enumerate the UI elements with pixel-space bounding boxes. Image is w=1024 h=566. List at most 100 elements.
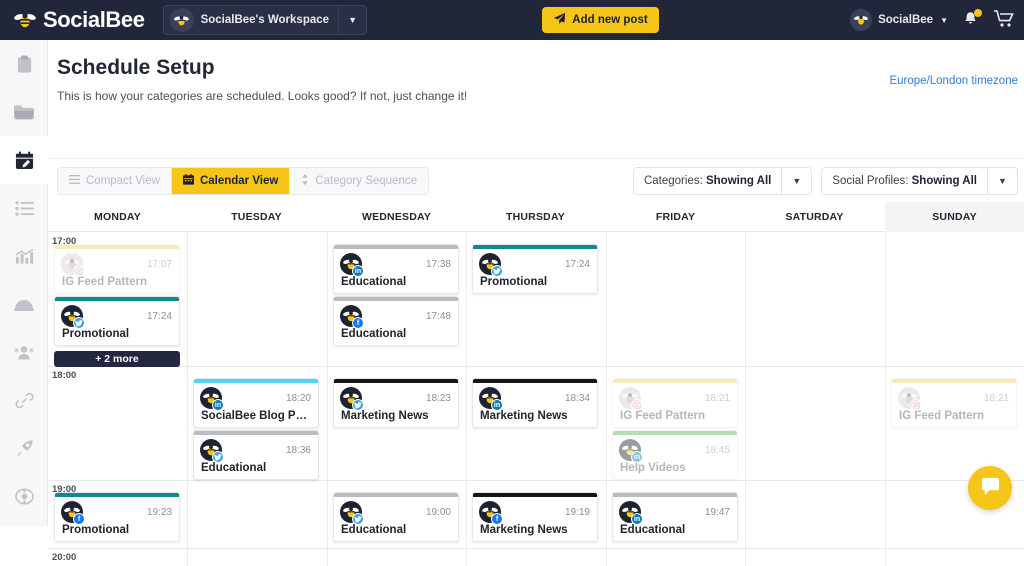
linkedin-badge-icon: in xyxy=(631,513,643,525)
tab-calendar-view[interactable]: Calendar View xyxy=(171,168,291,194)
calendar-event-card[interactable]: in 17:38 Educational xyxy=(333,244,459,294)
account-menu[interactable]: SocialBee ▼ xyxy=(850,9,948,31)
sidebar-item-boost[interactable] xyxy=(0,424,48,472)
column-divider xyxy=(187,232,188,566)
list-icon xyxy=(14,200,34,216)
social-profiles-filter-label: Social Profiles: xyxy=(832,175,909,187)
time-label-2000: 20:00 xyxy=(52,552,77,563)
calendar-event-card[interactable]: f 19:19 Marketing News xyxy=(472,492,598,542)
hour-divider xyxy=(48,480,1024,481)
tab-category-sequence[interactable]: Category Sequence xyxy=(290,168,428,194)
lines-icon xyxy=(69,175,80,187)
calendar-event-card[interactable]: in 18:34 Marketing News xyxy=(472,378,598,428)
post-avatar xyxy=(479,253,503,277)
event-time: 18:36 xyxy=(285,444,311,456)
workspace-switcher[interactable]: SocialBee's Workspace ▼ xyxy=(162,5,368,35)
sidebar-item-concierge[interactable] xyxy=(0,280,48,328)
shopping-cart-icon[interactable] xyxy=(994,10,1014,30)
chat-support-button[interactable] xyxy=(968,466,1012,510)
sidebar-item-links[interactable] xyxy=(0,376,48,424)
calendar-event-card[interactable]: 18:21 IG Feed Pattern xyxy=(612,378,738,428)
add-new-post-label: Add new post xyxy=(572,14,648,26)
facebook-badge-icon: f xyxy=(491,513,503,525)
sidebar-item-analytics[interactable] xyxy=(0,232,48,280)
social-profiles-filter[interactable]: Social Profiles: Showing All ▼ xyxy=(821,167,1018,195)
sidebar-item-schedule[interactable] xyxy=(0,136,48,184)
tab-compact-view[interactable]: Compact View xyxy=(58,168,172,194)
calendar-event-card[interactable]: 17:07 IG Feed Pattern xyxy=(54,244,180,294)
event-title: Educational xyxy=(341,328,407,340)
sidebar-item-clipboard[interactable] xyxy=(0,40,48,88)
event-card-top-row: in 18:20 xyxy=(194,383,318,411)
event-card-top-row: 17:24 xyxy=(473,249,597,277)
calendar-event-card[interactable]: 18:21 IG Feed Pattern xyxy=(891,378,1017,428)
twitter-badge-icon xyxy=(73,317,85,329)
event-card-top-row: in 17:38 xyxy=(334,249,458,277)
bell-icon[interactable] xyxy=(962,9,982,30)
brand-name: SocialBee xyxy=(43,7,145,32)
sidebar-item-folder[interactable] xyxy=(0,88,48,136)
cloche-icon xyxy=(14,298,34,311)
calendar-event-card[interactable]: 18:36 Educational xyxy=(193,430,319,480)
day-header-saturday: SATURDAY xyxy=(785,211,844,223)
day-header-friday: FRIDAY xyxy=(655,211,696,223)
users-icon xyxy=(14,345,34,360)
calendar-event-card[interactable]: in 18:20 SocialBee Blog Posts xyxy=(193,378,319,428)
event-card-top-row: 18:21 xyxy=(613,383,737,411)
account-avatar xyxy=(850,9,873,31)
add-new-post-button[interactable]: Add new post xyxy=(542,7,659,33)
caret-down-icon[interactable]: ▼ xyxy=(781,168,811,194)
chat-bubble-icon xyxy=(980,476,1001,501)
analytics-chart-icon xyxy=(15,247,34,265)
brand-logo[interactable]: SocialBee xyxy=(14,0,145,40)
linkedin-badge-icon: in xyxy=(491,399,503,411)
calendar-event-card[interactable]: f 17:48 Educational xyxy=(333,296,459,346)
calendar-event-card[interactable]: 17:24 Promotional xyxy=(54,296,180,346)
calendar-edit-icon xyxy=(15,150,34,170)
event-card-top-row: in 18:34 xyxy=(473,383,597,411)
post-avatar: in xyxy=(479,387,503,411)
caret-down-icon[interactable]: ▼ xyxy=(987,168,1017,194)
page-subtitle: This is how your categories are schedule… xyxy=(57,89,468,103)
sidebar-item-content-list[interactable] xyxy=(0,184,48,232)
facebook-badge-icon: f xyxy=(352,317,364,329)
calendar-event-card[interactable]: f 19:23 Promotional xyxy=(54,492,180,542)
event-time: 17:48 xyxy=(425,310,451,322)
event-title: IG Feed Pattern xyxy=(899,410,984,422)
calendar-event-card[interactable]: in 19:47 Educational xyxy=(612,492,738,542)
main-content: Schedule Setup This is how your categori… xyxy=(48,40,1024,566)
categories-filter-label: Categories: xyxy=(643,175,703,187)
left-sidebar xyxy=(0,40,48,526)
bee-logo-icon xyxy=(14,11,36,29)
timezone-link[interactable]: Europe/London timezone xyxy=(889,75,1018,87)
calendar-event-card[interactable]: in 18:45 Help Videos xyxy=(612,430,738,480)
calendar-event-card[interactable]: 19:00 Educational xyxy=(333,492,459,542)
show-more-events-button[interactable]: + 2 more xyxy=(54,351,180,367)
day-header-thursday: THURSDAY xyxy=(506,211,565,223)
column-divider xyxy=(327,232,328,566)
column-divider xyxy=(885,232,886,566)
event-time: 18:34 xyxy=(564,392,590,404)
post-avatar: f xyxy=(61,501,85,525)
workspace-name: SocialBee's Workspace xyxy=(200,14,330,26)
event-card-top-row: 18:23 xyxy=(334,383,458,411)
sidebar-item-support[interactable] xyxy=(0,472,48,520)
event-title: Educational xyxy=(201,462,267,474)
column-divider xyxy=(606,232,607,566)
calendar-event-card[interactable]: 17:24 Promotional xyxy=(472,244,598,294)
post-avatar xyxy=(200,439,224,463)
categories-filter[interactable]: Categories: Showing All ▼ xyxy=(632,167,813,195)
event-card-top-row: 18:21 xyxy=(892,383,1016,411)
post-avatar: in xyxy=(340,253,364,277)
event-time: 19:47 xyxy=(704,506,730,518)
tab-compact-view-label: Compact View xyxy=(86,175,160,187)
sidebar-item-audience[interactable] xyxy=(0,328,48,376)
event-time: 18:20 xyxy=(285,392,311,404)
event-card-top-row: 17:24 xyxy=(55,301,179,329)
hour-divider xyxy=(48,366,1024,367)
page-title: Schedule Setup xyxy=(57,56,215,79)
calendar-event-card[interactable]: 18:23 Marketing News xyxy=(333,378,459,428)
event-time: 17:07 xyxy=(146,258,172,270)
tab-calendar-view-label: Calendar View xyxy=(199,175,279,187)
chevron-down-icon[interactable]: ▼ xyxy=(338,6,366,34)
